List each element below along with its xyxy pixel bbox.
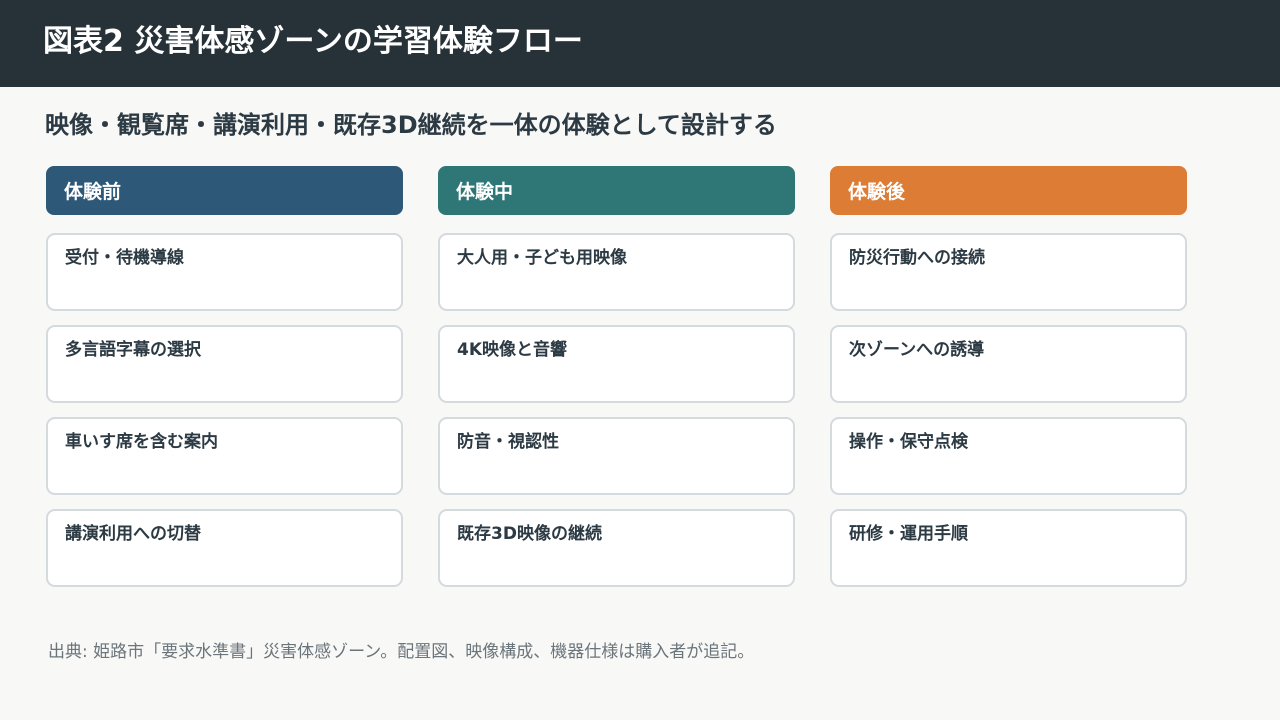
step-card: 操作・保守点検 xyxy=(830,417,1187,495)
step-card: 防災行動への接続 xyxy=(830,233,1187,311)
step-card: 既存3D映像の継続 xyxy=(438,509,795,587)
step-card: 車いす席を含む案内 xyxy=(46,417,403,495)
step-card: 防音・視認性 xyxy=(438,417,795,495)
step-card: 研修・運用手順 xyxy=(830,509,1187,587)
step-list-after: 防災行動への接続 次ゾーンへの誘導 操作・保守点検 研修・運用手順 xyxy=(830,233,1187,587)
column-during: 体験中 大人用・子ども用映像 4K映像と音響 防音・視認性 既存3D映像の継続 xyxy=(438,166,795,601)
page-subtitle: 映像・観覧席・講演利用・既存3D継続を一体の体験として設計する xyxy=(45,111,777,139)
source-footnote: 出典: 姫路市「要求水準書」災害体感ゾーン。配置図、映像構成、機器仕様は購入者が… xyxy=(48,642,755,662)
page-title: 図表2 災害体感ゾーンの学習体験フロー xyxy=(43,24,583,59)
step-card: 4K映像と音響 xyxy=(438,325,795,403)
column-before: 体験前 受付・待機導線 多言語字幕の選択 車いす席を含む案内 講演利用への切替 xyxy=(46,166,403,601)
step-list-before: 受付・待機導線 多言語字幕の選択 車いす席を含む案内 講演利用への切替 xyxy=(46,233,403,587)
step-card: 次ゾーンへの誘導 xyxy=(830,325,1187,403)
column-after: 体験後 防災行動への接続 次ゾーンへの誘導 操作・保守点検 研修・運用手順 xyxy=(830,166,1187,601)
step-card: 講演利用への切替 xyxy=(46,509,403,587)
step-card: 受付・待機導線 xyxy=(46,233,403,311)
step-card: 大人用・子ども用映像 xyxy=(438,233,795,311)
title-bar: 図表2 災害体感ゾーンの学習体験フロー xyxy=(0,0,1280,87)
step-card: 多言語字幕の選択 xyxy=(46,325,403,403)
column-header-after: 体験後 xyxy=(830,166,1187,215)
column-header-before: 体験前 xyxy=(46,166,403,215)
step-list-during: 大人用・子ども用映像 4K映像と音響 防音・視認性 既存3D映像の継続 xyxy=(438,233,795,587)
column-header-during: 体験中 xyxy=(438,166,795,215)
